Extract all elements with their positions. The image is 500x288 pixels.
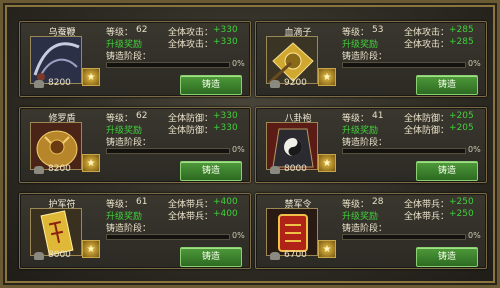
equipment-card-xiuluodun: 修罗盾 ★ 8200 等级： 62 全体防御： +330 升级奖励 全体防御： …	[19, 107, 251, 183]
forge-stage-label: 铸造阶段：	[342, 52, 388, 62]
quality-star-icon: ★	[318, 68, 336, 86]
forge-progress-bar	[342, 234, 466, 240]
silver-ore-icon	[34, 80, 44, 88]
silver-ore-icon	[270, 166, 280, 174]
silver-ore-icon	[270, 252, 280, 260]
next-stat-value: +400	[213, 209, 238, 219]
forge-button[interactable]: 铸造	[416, 247, 478, 267]
bagua-robe-icon[interactable]	[266, 122, 318, 170]
quality-star-icon: ★	[82, 154, 100, 172]
talisman-icon[interactable]	[30, 208, 82, 256]
quality-star-icon: ★	[318, 240, 336, 258]
next-stat-label: 全体带兵：	[168, 212, 214, 222]
next-stat-label: 全体攻击：	[404, 40, 450, 50]
next-stat-value: +205	[449, 123, 474, 133]
stat-value: +285	[449, 25, 474, 35]
forge-progress-bar	[106, 62, 230, 68]
forge-button[interactable]: 铸造	[180, 247, 242, 267]
level-value: 53	[372, 25, 384, 35]
next-stat-value: +330	[213, 37, 238, 47]
quality-star-icon: ★	[82, 68, 100, 86]
forge-progress-percent: 0%	[232, 59, 245, 68]
forge-stage-label: 铸造阶段：	[106, 138, 152, 148]
forge-progress-bar	[106, 148, 230, 154]
forge-cost: 8000	[48, 250, 71, 260]
next-stat-label: 全体防御：	[404, 126, 450, 136]
forge-progress-bar	[106, 234, 230, 240]
next-stat-value: +330	[213, 123, 238, 133]
forge-button[interactable]: 铸造	[416, 161, 478, 181]
forge-stage-label: 铸造阶段：	[342, 224, 388, 234]
forge-panel: 乌蚕鞭 ★ 8200 等级： 62 全体攻击： +330 升级奖励 全体攻击： …	[0, 0, 500, 288]
quality-star-icon: ★	[82, 240, 100, 258]
next-stat-value: +285	[449, 37, 474, 47]
stat-value: +330	[213, 111, 238, 121]
forge-progress-percent: 0%	[468, 59, 481, 68]
stat-value: +400	[213, 197, 238, 207]
stat-value: +250	[449, 197, 474, 207]
equipment-card-xuedizi: 血滴子 ★ 9200 等级： 53 全体攻击： +285 升级奖励 全体攻击： …	[255, 21, 487, 97]
forge-cost: 8200	[48, 164, 71, 174]
forge-stage-label: 铸造阶段：	[342, 138, 388, 148]
equipment-card-hujunfu: 护军符 ★ 8000 等级： 61 全体带兵： +400 升级奖励 全体带兵： …	[19, 193, 251, 269]
quality-star-icon: ★	[318, 154, 336, 172]
level-value: 61	[136, 197, 148, 207]
forge-progress-percent: 0%	[468, 231, 481, 240]
forge-button[interactable]: 铸造	[180, 161, 242, 181]
forge-stage-label: 铸造阶段：	[106, 224, 152, 234]
next-stat-label: 全体带兵：	[404, 212, 450, 222]
level-value: 62	[136, 25, 148, 35]
forge-cost: 9200	[284, 78, 307, 88]
forge-cost: 8000	[284, 164, 307, 174]
equipment-card-wucanbian: 乌蚕鞭 ★ 8200 等级： 62 全体攻击： +330 升级奖励 全体攻击： …	[19, 21, 251, 97]
stat-value: +205	[449, 111, 474, 121]
forge-progress-percent: 0%	[232, 231, 245, 240]
xuedizi-icon[interactable]	[266, 36, 318, 84]
level-value: 41	[372, 111, 384, 121]
forge-cost: 8200	[48, 78, 71, 88]
stat-value: +330	[213, 25, 238, 35]
forge-button[interactable]: 铸造	[180, 75, 242, 95]
forge-stage-label: 铸造阶段：	[106, 52, 152, 62]
level-value: 62	[136, 111, 148, 121]
forge-progress-bar	[342, 62, 466, 68]
silver-ore-icon	[34, 166, 44, 174]
whip-icon[interactable]	[30, 36, 82, 84]
level-value: 28	[372, 197, 384, 207]
equipment-card-baguapao: 八卦袍 ★ 8000 等级： 41 全体防御： +205 升级奖励 全体防御： …	[255, 107, 487, 183]
forge-progress-percent: 0%	[468, 145, 481, 154]
shield-icon[interactable]	[30, 122, 82, 170]
command-token-icon[interactable]	[266, 208, 318, 256]
equipment-card-jinjunling: 禁军令 ★ 6700 等级： 28 全体带兵： +250 升级奖励 全体带兵： …	[255, 193, 487, 269]
forge-progress-percent: 0%	[232, 145, 245, 154]
forge-progress-bar	[342, 148, 466, 154]
forge-button[interactable]: 铸造	[416, 75, 478, 95]
silver-ore-icon	[270, 80, 280, 88]
next-stat-label: 全体防御：	[168, 126, 214, 136]
forge-cost: 6700	[284, 250, 307, 260]
next-stat-label: 全体攻击：	[168, 40, 214, 50]
next-stat-value: +250	[449, 209, 474, 219]
silver-ore-icon	[34, 252, 44, 260]
